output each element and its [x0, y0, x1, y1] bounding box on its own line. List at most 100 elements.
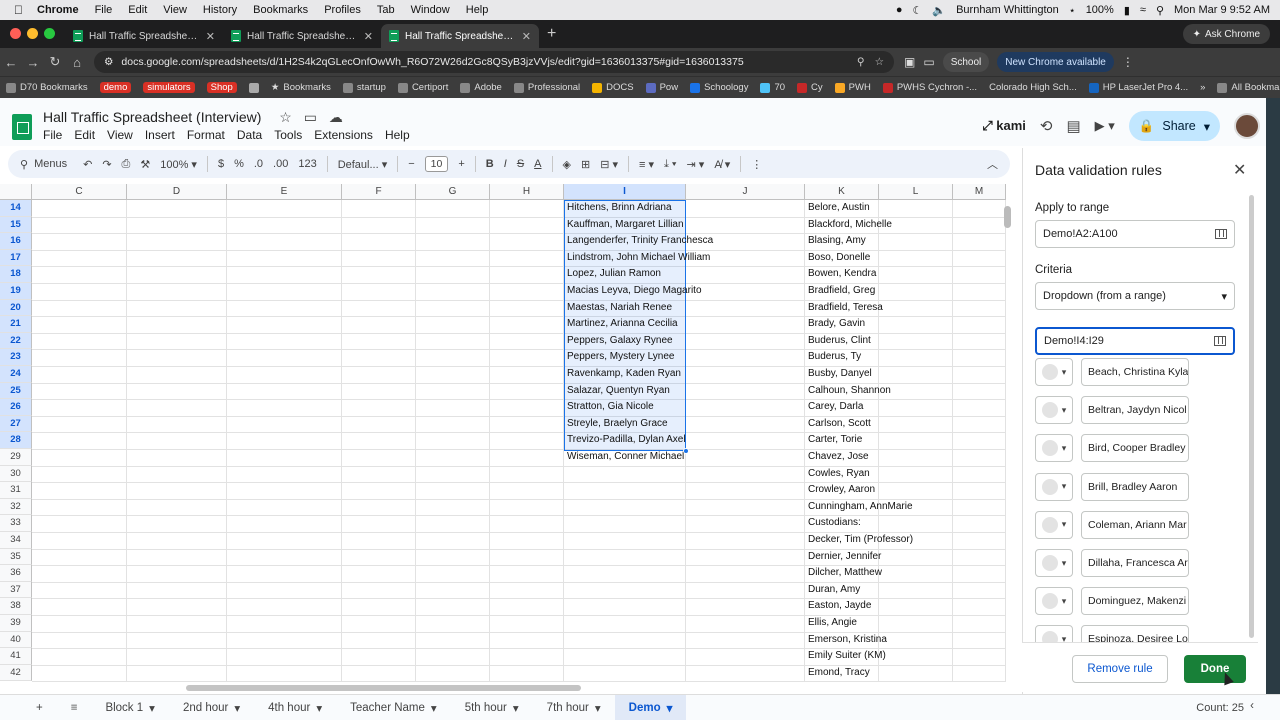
zoom-icon[interactable]: ⚲	[857, 56, 865, 68]
bookmark-item[interactable]: 70	[760, 82, 785, 93]
row-header[interactable]: 15	[0, 216, 32, 234]
row-header[interactable]: 37	[0, 581, 32, 599]
row-header[interactable]: 35	[0, 548, 32, 566]
home-icon[interactable]: ⌂	[66, 55, 88, 70]
minimize-window-button[interactable]	[27, 28, 38, 39]
sheets-logo-icon[interactable]	[12, 114, 32, 140]
cell-k[interactable]: Belore, Austin	[805, 200, 870, 217]
apply-range-field[interactable]: Demo!A2:A100	[1035, 220, 1235, 248]
chevron-down-icon[interactable]: ▾	[1204, 119, 1210, 134]
bookmark-item[interactable]: All Bookmarks	[1217, 82, 1280, 93]
back-icon[interactable]: ←	[0, 55, 22, 70]
remove-rule-button[interactable]: Remove rule	[1072, 655, 1168, 683]
cell-k[interactable]: Boso, Donelle	[805, 250, 870, 267]
row-header[interactable]: 18	[0, 266, 32, 283]
dropdown-item-value[interactable]: Brill, Bradley Aaron	[1081, 472, 1189, 501]
cell-k[interactable]: Dernier, Jennifer	[805, 549, 881, 566]
bookmark-item[interactable]: Colorado High Sch...	[989, 82, 1077, 93]
menubar-datetime[interactable]: Mon Mar 9 9:52 AM	[1174, 4, 1270, 16]
new-tab-icon[interactable]: +	[547, 25, 556, 43]
menu-edit[interactable]: Edit	[74, 128, 95, 142]
sheet-tab[interactable]: 4th hour ▾	[254, 695, 336, 720]
all-sheets-icon[interactable]: ≡	[57, 695, 92, 720]
fill-handle[interactable]	[683, 448, 689, 454]
increase-decimal-button[interactable]: .00	[273, 158, 288, 170]
row-header[interactable]: 28	[0, 432, 32, 449]
dropdown-item-value[interactable]: Beltran, Jaydyn Nicol	[1081, 396, 1189, 425]
cell-k[interactable]: Carter, Torie	[805, 432, 862, 449]
range-source-field[interactable]: Demo!I4:I29	[1035, 327, 1235, 355]
cell-k[interactable]: Calhoun, Shannon	[805, 383, 891, 400]
chevron-down-icon[interactable]: ▾	[149, 701, 155, 715]
browser-tab-active[interactable]: Hall Traffic Spreadsheet (Inte ✕	[381, 24, 539, 48]
row-header[interactable]: 31	[0, 482, 32, 499]
bookmark-item[interactable]: simulators	[143, 82, 195, 93]
text-rotation-icon[interactable]: A̸ ▾	[714, 158, 730, 171]
column-header[interactable]: D	[127, 184, 227, 200]
bookmark-item[interactable]: Cy	[797, 82, 823, 93]
cell-k[interactable]: Dilcher, Matthew	[805, 565, 882, 582]
cell-k[interactable]: Emerson, Kristina	[805, 632, 887, 649]
menubar-user[interactable]: Burnham Whittington	[956, 4, 1059, 16]
cell-i[interactable]: Streyle, Braelyn Grace	[564, 416, 668, 433]
row-header[interactable]: 30	[0, 465, 32, 483]
more-menu-icon[interactable]: ⋮	[1122, 55, 1134, 69]
font-select[interactable]: Defaul... ▾	[338, 158, 388, 171]
ask-chrome-button[interactable]: ✦ Ask Chrome	[1182, 24, 1270, 44]
dropdown-item-value[interactable]: Coleman, Ariann Mar	[1081, 510, 1189, 539]
cell-k[interactable]: Duran, Amy	[805, 582, 860, 599]
url-field[interactable]: ⚙ docs.google.com/spreadsheets/d/1H2S4k2…	[94, 51, 894, 73]
italic-icon[interactable]: I	[504, 158, 507, 170]
cell-k[interactable]: Cunningham, AnnMarie	[805, 499, 913, 516]
bookmark-item[interactable]: Shop	[206, 82, 237, 93]
cell-i[interactable]: Martinez, Arianna Cecilia	[564, 316, 678, 333]
item-color-picker[interactable]: ▾	[1035, 510, 1073, 539]
cell-i[interactable]: Maestas, Nariah Renee	[564, 300, 672, 317]
cell-i[interactable]: Macias Leyva, Diego Magarito	[564, 283, 702, 300]
bookmark-star-icon[interactable]: ☆	[875, 56, 884, 68]
add-sheet-icon[interactable]: +	[0, 695, 57, 720]
cell-k[interactable]: Busby, Danyel	[805, 366, 872, 383]
menu-file[interactable]: File	[43, 128, 62, 142]
selection-count[interactable]: Count: 25	[1196, 702, 1244, 714]
redo-icon[interactable]: ↷	[102, 158, 111, 171]
row-header[interactable]: 38	[0, 598, 32, 615]
number-format-button[interactable]: 123	[298, 158, 316, 170]
item-color-picker[interactable]: ▾	[1035, 396, 1073, 425]
comments-icon[interactable]: ▤	[1066, 117, 1080, 135]
sheet-tab-active[interactable]: Demo ▾	[614, 694, 687, 720]
horizontal-align-icon[interactable]: ≡ ▾	[639, 158, 654, 171]
chevron-down-icon[interactable]: ▾	[595, 701, 601, 715]
more-options-icon[interactable]: ⋮	[751, 158, 762, 171]
borders-icon[interactable]: ⊞	[581, 158, 590, 171]
cell-k[interactable]: Carlson, Scott	[805, 416, 871, 433]
column-header[interactable]: J	[686, 184, 805, 200]
cell-i[interactable]: Lindstrom, John Michael William	[564, 250, 710, 267]
panel-scrollbar[interactable]	[1249, 195, 1254, 638]
sheet-tab[interactable]: Block 1 ▾	[91, 695, 169, 720]
menubar-app-name[interactable]: Chrome	[37, 4, 79, 16]
moon-icon[interactable]: ☾	[913, 4, 923, 17]
chevron-down-icon[interactable]: ▾	[513, 701, 519, 715]
bookmark-item[interactable]: ★ Bookmarks	[271, 82, 331, 93]
vertical-scrollbar[interactable]	[1004, 206, 1011, 228]
cell-i[interactable]: Wiseman, Conner Michael	[564, 449, 684, 466]
menu-tools[interactable]: Tools	[274, 128, 302, 142]
close-tab-icon[interactable]: ✕	[206, 30, 215, 43]
avatar[interactable]	[1234, 113, 1260, 139]
row-header[interactable]: 34	[0, 532, 32, 549]
vertical-align-icon[interactable]: ⤓ ▾	[664, 158, 677, 171]
extensions-icon[interactable]: ▣	[904, 55, 915, 69]
currency-format-button[interactable]: $	[218, 158, 224, 170]
column-header[interactable]: L	[879, 184, 953, 200]
doc-title-text[interactable]: Hall Traffic Spreadsheet (Interview)	[43, 109, 261, 125]
item-color-picker[interactable]: ▾	[1035, 587, 1073, 616]
percent-format-button[interactable]: %	[234, 158, 244, 170]
select-range-icon[interactable]	[1214, 336, 1226, 346]
row-header[interactable]: 19	[0, 283, 32, 300]
row-header[interactable]: 33	[0, 515, 32, 532]
cell-i[interactable]: Trevizo-Padilla, Dylan Axel	[564, 432, 686, 449]
cell-i[interactable]: Hitchens, Brinn Adriana	[564, 200, 672, 217]
column-header[interactable]: F	[342, 184, 416, 200]
row-header[interactable]: 20	[0, 299, 32, 317]
